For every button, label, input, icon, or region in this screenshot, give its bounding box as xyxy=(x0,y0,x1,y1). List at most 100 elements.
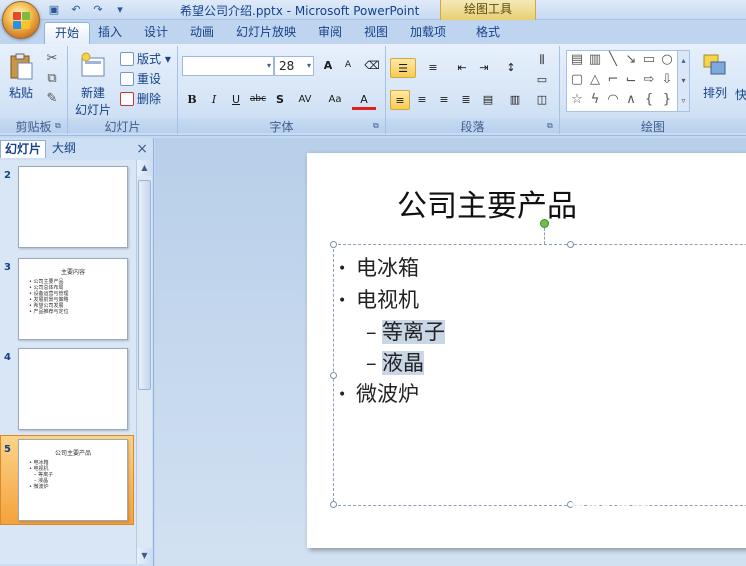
redo-icon[interactable]: ↷ xyxy=(90,3,106,17)
tab-design[interactable]: 设计 xyxy=(134,22,178,44)
close-pane-icon[interactable]: × xyxy=(136,141,148,157)
reset-button[interactable]: 重设 xyxy=(120,70,161,88)
font-name-box[interactable]: ▾ xyxy=(182,56,274,76)
arrange-button[interactable]: 排列 xyxy=(698,52,732,101)
format-painter-icon[interactable]: ✎ xyxy=(44,92,60,106)
shapes-gallery[interactable]: ▤ ▥ ╲ ↘ ▭ ○ ▢ △ ⌐ ⌙ ⇨ ⇩ ☆ ϟ ◠ ∧ { } ▴ ▾ ▿ xyxy=(566,50,690,112)
right-arrow-shape-icon[interactable]: ⇨ xyxy=(641,73,657,87)
italic-button[interactable]: I xyxy=(204,90,224,110)
left-brace-shape-icon[interactable]: { xyxy=(641,93,657,107)
layout-button[interactable]: 版式 ▾ xyxy=(120,50,171,68)
tab-slides-pane[interactable]: 幻灯片 xyxy=(0,140,47,158)
font-launcher-icon[interactable]: ⧉ xyxy=(373,122,382,131)
text-direction-icon[interactable]: ⫼ xyxy=(532,50,552,70)
lightning-shape-icon[interactable]: ϟ xyxy=(587,93,603,107)
scroll-up-icon[interactable]: ▲ xyxy=(137,160,152,176)
strikethrough-button[interactable]: abc xyxy=(248,90,268,110)
tab-insert[interactable]: 插入 xyxy=(88,22,132,44)
tab-slideshow[interactable]: 幻灯片放映 xyxy=(226,22,306,44)
bullet-item[interactable]: • 电冰箱 xyxy=(338,253,445,285)
slide-thumbnail-3[interactable]: 主要内容 • 公司主要产品 • 公司总体布局 • 设备运营与管理 • 发展前景与… xyxy=(18,258,128,340)
rotation-handle[interactable] xyxy=(540,219,549,228)
bullet-item[interactable]: • 电视机 xyxy=(338,285,445,317)
justify-button[interactable]: ≣ xyxy=(456,90,476,110)
current-slide[interactable]: 公司主要产品 • 电冰箱 • 电视机 – 等离子 – 液晶 • 微波炉 xyxy=(307,153,746,548)
content-placeholder[interactable]: • 电冰箱 • 电视机 – 等离子 – 液晶 • 微波炉 xyxy=(330,241,746,508)
bold-button[interactable]: B xyxy=(182,90,202,110)
gallery-scroll-icon[interactable]: ▴ ▾ ▿ xyxy=(677,51,689,111)
sub-bullet-item[interactable]: – 等离子 xyxy=(338,317,445,348)
align-center-button[interactable]: ≡ xyxy=(412,90,432,110)
bullet-item[interactable]: • 微波炉 xyxy=(338,379,445,411)
resize-handle-sw[interactable] xyxy=(330,501,337,508)
font-size-box[interactable]: 28 ▾ xyxy=(274,56,314,76)
thumbnails-scrollbar[interactable]: ▲ ▼ xyxy=(136,160,152,564)
slide-title[interactable]: 公司主要产品 xyxy=(307,181,667,225)
sub-bullet-item[interactable]: – 液晶 xyxy=(338,348,445,379)
align-text-icon[interactable]: ▭ xyxy=(532,70,552,90)
customize-qat-icon[interactable]: ▾ xyxy=(112,3,128,17)
decrease-indent-icon[interactable]: ⇤ xyxy=(452,58,472,78)
align-left-button[interactable]: ≡ xyxy=(390,90,410,110)
resize-handle-w[interactable] xyxy=(330,372,337,379)
oval-shape-icon[interactable]: ○ xyxy=(659,53,675,67)
font-size-dropdown-icon[interactable]: ▾ xyxy=(307,57,311,75)
shadow-button[interactable]: S xyxy=(270,90,290,110)
arc-shape-icon[interactable]: ◠ xyxy=(605,93,621,107)
elbow-connector-shape-icon[interactable]: ⌐ xyxy=(605,73,621,87)
arrow-line-shape-icon[interactable]: ↘ xyxy=(623,53,639,67)
columns-button[interactable]: ▥ xyxy=(502,90,528,110)
clear-format-icon[interactable]: ⌫ xyxy=(362,56,382,76)
triangle-shape-icon[interactable]: △ xyxy=(587,73,603,87)
change-case-button[interactable]: Aa xyxy=(322,90,348,110)
shrink-font-button[interactable]: A xyxy=(338,56,358,76)
line-shape-icon[interactable]: ╲ xyxy=(605,53,621,67)
undo-icon[interactable]: ↶ xyxy=(68,3,84,17)
slide-thumbnail-4[interactable] xyxy=(18,348,128,430)
align-right-button[interactable]: ≡ xyxy=(434,90,454,110)
tab-outline-pane[interactable]: 大纲 xyxy=(48,140,80,158)
tab-home[interactable]: 开始 xyxy=(44,22,91,44)
smartart-icon[interactable]: ◫ xyxy=(532,90,552,110)
resize-handle-nw[interactable] xyxy=(330,241,337,248)
star-shape-icon[interactable]: ☆ xyxy=(569,93,585,107)
new-slide-button[interactable]: 新建 幻灯片 xyxy=(70,52,116,118)
clipboard-launcher-icon[interactable]: ⧉ xyxy=(55,122,64,131)
tab-view[interactable]: 视图 xyxy=(354,22,398,44)
copy-icon[interactable]: ⧉ xyxy=(44,72,60,86)
slide-thumbnail-2[interactable] xyxy=(18,166,128,248)
distribute-button[interactable]: ▤ xyxy=(478,90,498,110)
slide-thumbnail-5[interactable]: 公司主要产品 • 电冰箱 • 电视机 – 等离子 – 液晶 • 微波炉 xyxy=(18,439,128,521)
tab-format[interactable]: 格式 xyxy=(466,22,510,44)
save-icon[interactable]: ▣ xyxy=(46,3,62,17)
cut-icon[interactable]: ✂ xyxy=(44,52,60,66)
tab-addins[interactable]: 加载项 xyxy=(400,22,456,44)
elbow-arrow-shape-icon[interactable]: ⌙ xyxy=(623,73,639,87)
bullets-button[interactable]: ☰ xyxy=(390,58,416,78)
scroll-thumb[interactable] xyxy=(138,180,151,390)
delete-button[interactable]: 删除 xyxy=(120,90,161,108)
down-arrow-shape-icon[interactable]: ⇩ xyxy=(659,73,675,87)
scroll-down-icon[interactable]: ▼ xyxy=(137,548,152,564)
paste-button[interactable]: 粘贴 xyxy=(4,52,38,101)
font-name-dropdown-icon[interactable]: ▾ xyxy=(267,57,271,75)
resize-handle-n[interactable] xyxy=(567,241,574,248)
char-spacing-button[interactable]: AV xyxy=(292,90,318,110)
increase-indent-icon[interactable]: ⇥ xyxy=(474,58,494,78)
tab-animations[interactable]: 动画 xyxy=(180,22,224,44)
font-color-button[interactable]: A xyxy=(352,90,376,110)
right-brace-shape-icon[interactable]: } xyxy=(659,93,675,107)
underline-button[interactable]: U xyxy=(226,90,246,110)
rounded-rect-shape-icon[interactable]: ▢ xyxy=(569,73,585,87)
numbering-button[interactable]: ≡ xyxy=(420,58,446,78)
vertical-textbox-shape-icon[interactable]: ▥ xyxy=(587,53,603,67)
office-button[interactable] xyxy=(2,1,40,39)
tab-review[interactable]: 审阅 xyxy=(308,22,352,44)
rectangle-shape-icon[interactable]: ▭ xyxy=(641,53,657,67)
quick-styles-button[interactable]: 快 xyxy=(734,86,746,103)
curve-shape-icon[interactable]: ∧ xyxy=(623,93,639,107)
line-spacing-icon[interactable]: ↕ xyxy=(498,58,524,78)
grow-font-button[interactable]: A xyxy=(318,56,338,76)
textbox-shape-icon[interactable]: ▤ xyxy=(569,53,585,67)
paragraph-launcher-icon[interactable]: ⧉ xyxy=(547,122,556,131)
